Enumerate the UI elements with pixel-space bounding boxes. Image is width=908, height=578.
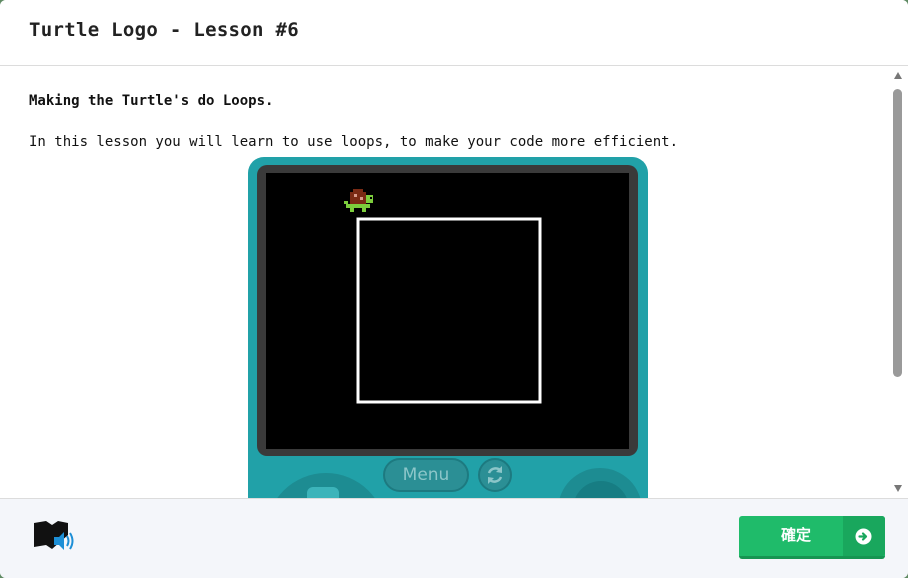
drawn-square (356, 217, 542, 404)
device-screen (266, 173, 629, 449)
confirm-icon-area[interactable] (843, 516, 885, 556)
handheld-device-image: Menu (248, 157, 648, 498)
scroll-up-arrow-icon[interactable] (894, 72, 902, 79)
arrow-right-circle-icon (855, 528, 872, 545)
device-dpad-nub (307, 487, 339, 498)
lesson-subtitle: Making the Turtle's do Loops. (29, 93, 274, 109)
device-screen-bezel (257, 165, 638, 456)
lesson-intro: In this lesson you will learn to use loo… (29, 134, 679, 150)
turtle-icon (344, 189, 373, 212)
scroll-down-arrow-icon[interactable] (894, 485, 902, 492)
scroll-thumb[interactable] (893, 89, 902, 377)
immersive-reader-icon[interactable] (32, 519, 76, 555)
dialog-title: Turtle Logo - Lesson #6 (29, 19, 299, 41)
scrollbar[interactable] (892, 72, 904, 492)
device-menu-button: Menu (383, 458, 469, 492)
confirm-button-label: 確定 (780, 526, 811, 544)
dialog-header: Turtle Logo - Lesson #6 (0, 0, 908, 66)
dialog-footer: 確定 (0, 498, 908, 578)
turtle-drawing (344, 189, 542, 404)
refresh-icon (478, 458, 512, 492)
confirm-button[interactable]: 確定 (739, 516, 885, 559)
lesson-dialog: Turtle Logo - Lesson #6 Making the Turtl… (0, 0, 908, 578)
dialog-body[interactable]: Making the Turtle's do Loops. In this le… (0, 66, 908, 498)
